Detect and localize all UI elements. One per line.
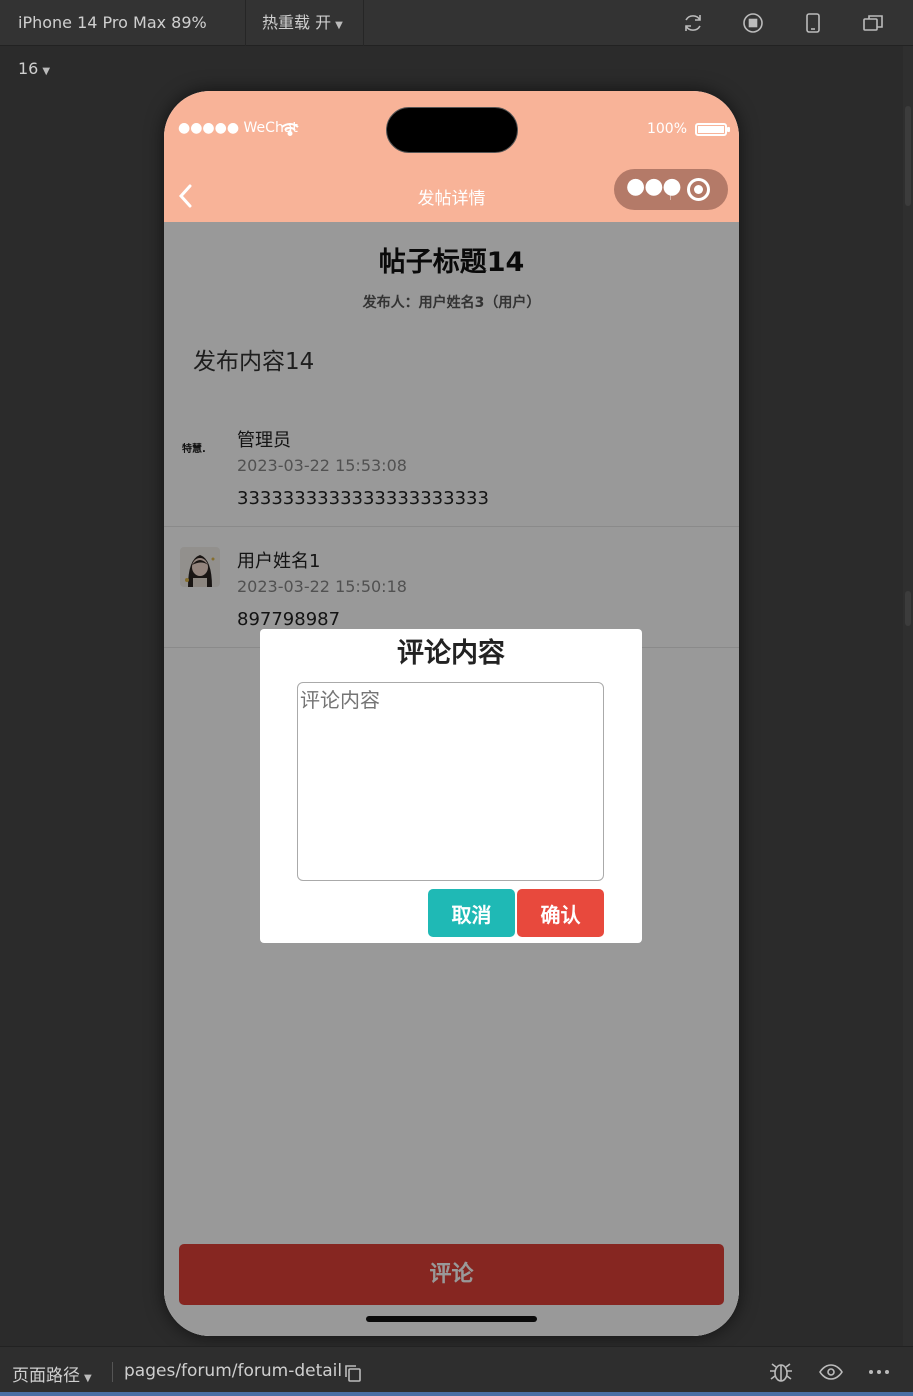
- battery-percent: 100%: [646, 121, 687, 137]
- device-selector[interactable]: iPhone 14 Pro Max 89% 16 ▼: [4, 0, 246, 78]
- scroll-thumb[interactable]: [905, 591, 911, 626]
- caret-down-icon: ▼: [335, 20, 343, 31]
- refresh-icon[interactable]: [682, 12, 704, 34]
- page-path-value: pages/forum/forum-detail: [124, 1361, 343, 1381]
- page-path-label[interactable]: 页面路径 ▼: [12, 1361, 92, 1386]
- status-bar: ●●●●● WeChat 100%: [164, 91, 739, 171]
- preview-icon[interactable]: [818, 1360, 844, 1384]
- scroll-thumb[interactable]: [905, 106, 911, 206]
- close-mini-program-icon[interactable]: [687, 178, 710, 201]
- confirm-button[interactable]: 确认: [517, 889, 604, 937]
- more-icon[interactable]: [866, 1360, 892, 1384]
- hot-reload-toggle[interactable]: 热重载 开 ▼: [248, 0, 364, 46]
- mini-program-capsule: ●●●: [614, 169, 728, 210]
- comment-textarea[interactable]: [297, 682, 604, 881]
- hot-reload-label: 热重载 开: [262, 13, 332, 32]
- wifi-icon: [281, 121, 299, 136]
- dialog-title: 评论内容: [397, 638, 505, 669]
- more-menu-icon[interactable]: ●●●: [626, 176, 682, 201]
- comment-dialog: 评论内容 取消 确认: [260, 629, 642, 943]
- stop-icon[interactable]: [742, 12, 764, 34]
- ide-scrollbar[interactable]: [903, 46, 913, 1346]
- caret-down-icon: ▼: [42, 66, 51, 77]
- battery-icon: [695, 123, 730, 136]
- debug-icon[interactable]: [768, 1360, 794, 1384]
- ide-toolbar: iPhone 14 Pro Max 89% 16 ▼ 热重载 开 ▼: [0, 0, 913, 78]
- caret-down-icon: ▼: [84, 1373, 92, 1384]
- phone-simulator: ●●●●● WeChat 100% 发帖详情 ●●● 帖子标题14 发布人：用户…: [164, 91, 739, 1336]
- phone-icon[interactable]: [802, 12, 824, 34]
- copy-icon[interactable]: [343, 1363, 363, 1383]
- carrier-label: ●●●●● WeChat: [178, 120, 298, 136]
- cancel-button[interactable]: 取消: [428, 889, 515, 937]
- dynamic-island: [386, 107, 518, 153]
- window-icon[interactable]: [862, 12, 884, 34]
- ide-statusbar: 页面路径 ▼ pages/forum/forum-detail: [0, 1346, 913, 1396]
